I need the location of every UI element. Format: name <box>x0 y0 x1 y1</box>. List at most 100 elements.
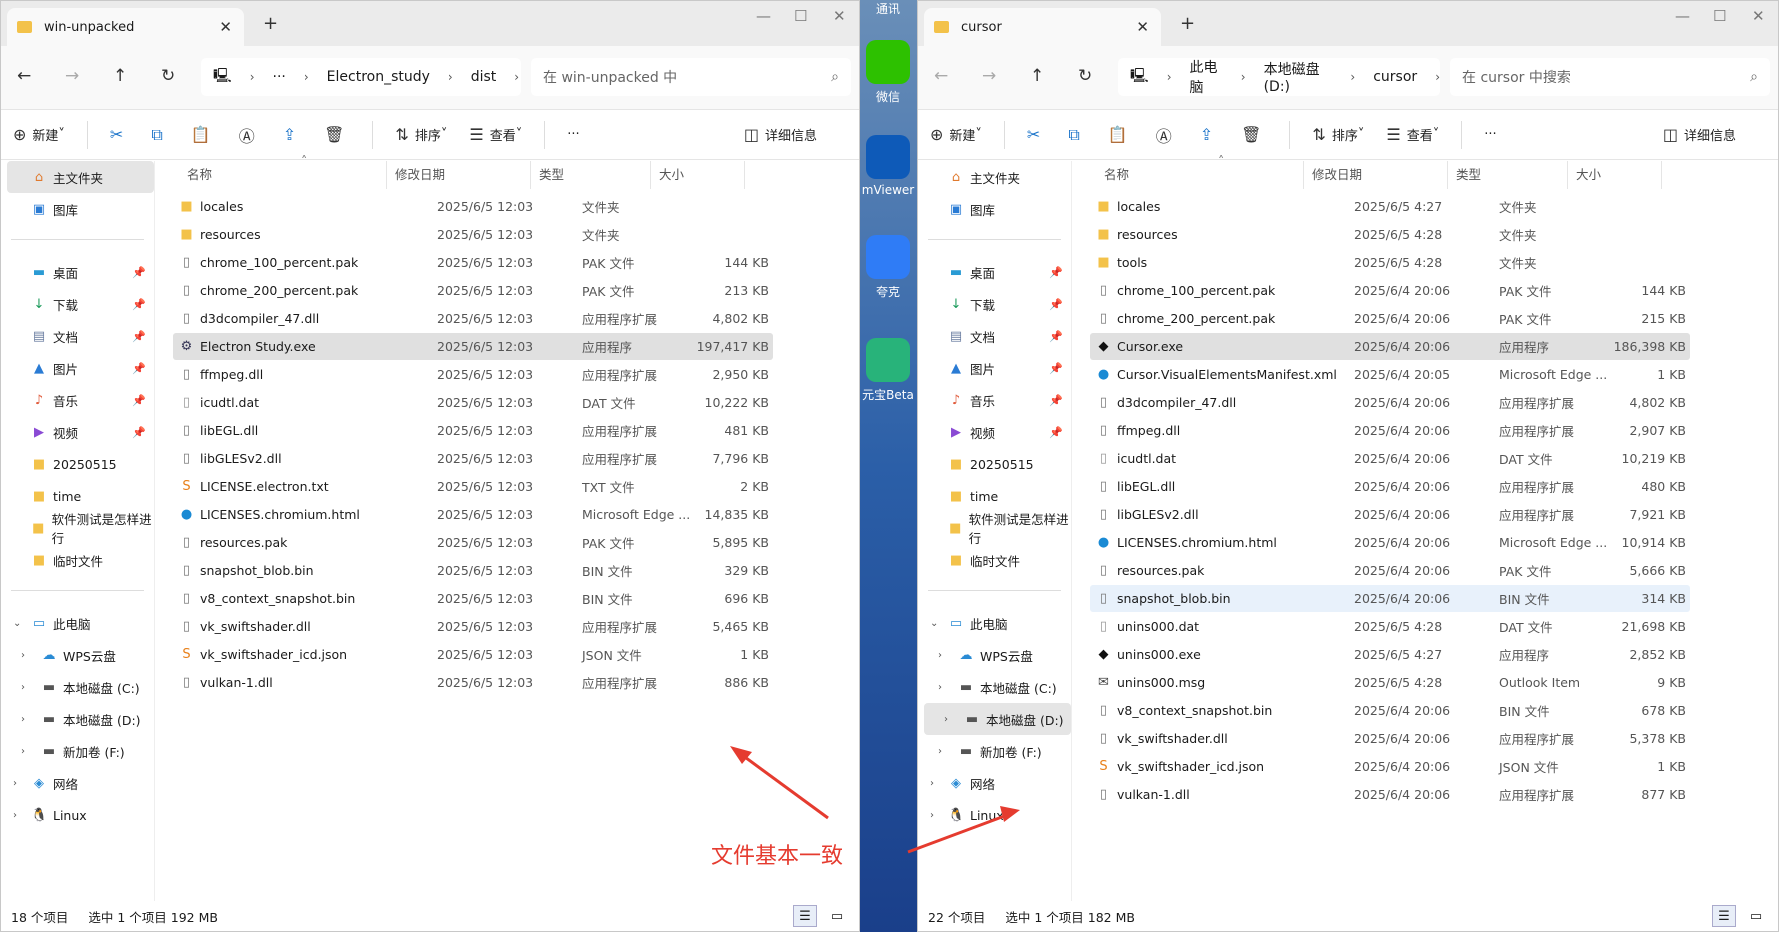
copy-button[interactable]: ⧉ <box>151 125 168 145</box>
file-row[interactable]: ▯ d3dcompiler_47.dll 2025/6/5 12:03 应用程序扩展 4… <box>173 305 773 332</box>
pin-icon[interactable]: 📌 <box>1049 298 1063 311</box>
close-window-button[interactable]: ✕ <box>1752 7 1765 25</box>
file-row[interactable]: ▯ vulkan-1.dll 2025/6/5 12:03 应用程序扩展 886 KB <box>173 669 773 696</box>
sidebar-item-drive[interactable]: › ▬ 新加卷 (F:) <box>918 735 1071 767</box>
file-row[interactable]: ◆ unins000.exe 2025/6/5 4:27 应用程序 2,852 KB <box>1090 641 1690 668</box>
file-row[interactable]: ■ resources 2025/6/5 4:28 文件夹 <box>1090 221 1690 248</box>
new-button[interactable]: ⊕ 新建 ˅ <box>13 125 65 144</box>
tiles-view-button[interactable]: ▭ <box>1744 905 1768 927</box>
chevron-down-icon[interactable]: ⌄ <box>930 618 938 629</box>
sidebar-item-linux[interactable]: › 🐧 Linux <box>918 799 1071 831</box>
chevron-right-icon[interactable]: › <box>21 650 25 661</box>
file-row[interactable]: ● Cursor.VisualElementsManifest.xml 2025/6… <box>1090 361 1690 388</box>
sidebar-item-desktop[interactable]: ▬ 桌面 📌 <box>1 256 154 288</box>
view-button[interactable]: ☰ 查看 ˅ <box>1386 125 1439 144</box>
file-row[interactable]: ▯ d3dcompiler_47.dll 2025/6/4 20:06 应用程序扩展 4… <box>1090 389 1690 416</box>
close-window-button[interactable]: ✕ <box>833 7 846 25</box>
new-tab-button[interactable]: + <box>1180 13 1195 34</box>
sidebar-item-network[interactable]: › ◈ 网络 <box>1 767 154 799</box>
file-row[interactable]: S LICENSE.electron.txt 2025/6/5 12:03 TXT 文… <box>173 473 773 500</box>
chevron-right-icon[interactable]: › <box>21 714 25 725</box>
file-row[interactable]: ▯ resources.pak 2025/6/4 20:06 PAK 文件 5,666 … <box>1090 557 1690 584</box>
file-row[interactable]: ◆ Cursor.exe 2025/6/4 20:06 应用程序 186,398 KB <box>1090 333 1690 360</box>
maximize-button[interactable]: ☐ <box>794 7 807 25</box>
view-button[interactable]: ☰ 查看 ˅ <box>469 125 522 144</box>
column-header-0[interactable]: 名称 <box>169 161 387 189</box>
sidebar-item-music[interactable]: ♪ 音乐 📌 <box>918 384 1071 416</box>
refresh-button[interactable]: ↻ <box>1078 66 1092 86</box>
chevron-right-icon[interactable]: › <box>448 70 453 84</box>
column-header-2[interactable]: 类型 <box>531 161 651 189</box>
details-button[interactable]: ◫ 详细信息 <box>744 125 817 144</box>
sidebar-item-videos[interactable]: ▶ 视频 📌 <box>918 416 1071 448</box>
column-header-3[interactable]: 大小 <box>1568 161 1662 189</box>
paste-button[interactable]: 📋 <box>1108 125 1134 144</box>
file-row[interactable]: ● LICENSES.chromium.html 2025/6/5 12:03 Mic… <box>173 501 773 528</box>
details-view-button[interactable]: ☰ <box>793 905 817 927</box>
file-row[interactable]: ▯ libGLESv2.dll 2025/6/5 12:03 应用程序扩展 7,796 … <box>173 445 773 472</box>
file-row[interactable]: ■ locales 2025/6/5 4:27 文件夹 <box>1090 193 1690 220</box>
breadcrumb-item[interactable]: cursor <box>1373 69 1417 85</box>
file-row[interactable]: ▯ vk_swiftshader.dll 2025/6/5 12:03 应用程序扩展 5… <box>173 613 773 640</box>
file-row[interactable]: ▯ chrome_100_percent.pak 2025/6/4 20:06 PAK… <box>1090 277 1690 304</box>
file-row[interactable]: ▯ icudtl.dat 2025/6/5 12:03 DAT 文件 10,222 KB <box>173 389 773 416</box>
sidebar-item-download[interactable]: ↓ 下载 📌 <box>1 288 154 320</box>
back-button[interactable]: ← <box>17 66 31 86</box>
file-row[interactable]: ▯ unins000.dat 2025/6/5 4:28 DAT 文件 21,698 K… <box>1090 613 1690 640</box>
chevron-right-icon[interactable]: › <box>1167 70 1172 84</box>
search-input[interactable]: 在 win-unpacked 中 ⌕ <box>531 58 851 96</box>
copy-button[interactable]: ⧉ <box>1068 125 1085 145</box>
file-row[interactable]: ▯ v8_context_snapshot.bin 2025/6/4 20:06 BI… <box>1090 697 1690 724</box>
file-row[interactable]: ■ tools 2025/6/5 4:28 文件夹 <box>1090 249 1690 276</box>
file-row[interactable]: ▯ chrome_100_percent.pak 2025/6/5 12:03 PAK… <box>173 249 773 276</box>
sidebar-item-pictures[interactable]: ▲ 图片 📌 <box>1 352 154 384</box>
breadcrumb-item[interactable]: ··· <box>273 69 286 85</box>
sidebar-item-drive[interactable]: › ▬ 本地磁盘 (D:) <box>1 703 154 735</box>
pin-icon[interactable]: 📌 <box>1049 266 1063 279</box>
tiles-view-button[interactable]: ▭ <box>825 905 849 927</box>
sidebar-item-documents[interactable]: ▤ 文档 📌 <box>1 320 154 352</box>
file-row[interactable]: ✉ unins000.msg 2025/6/5 4:28 Outlook Item 9 … <box>1090 669 1690 696</box>
cut-button[interactable]: ✂ <box>110 125 129 144</box>
sidebar-item-drive[interactable]: › ▬ 本地磁盘 (D:) <box>924 703 1071 735</box>
file-row[interactable]: ▯ v8_context_snapshot.bin 2025/6/5 12:03 BI… <box>173 585 773 612</box>
sidebar-item-this-pc[interactable]: ⌄ ▭ 此电脑 <box>1 607 154 639</box>
file-row[interactable]: ■ resources 2025/6/5 12:03 文件夹 <box>173 221 773 248</box>
share-button[interactable]: ⇪ <box>283 125 302 144</box>
sidebar-item-folder[interactable]: ■ 软件测试是怎样进行 <box>1 512 154 546</box>
sidebar-item-folder[interactable]: ■ 临时文件 <box>1 544 154 576</box>
sidebar-item-videos[interactable]: ▶ 视频 📌 <box>1 416 154 448</box>
file-row[interactable]: ▯ icudtl.dat 2025/6/4 20:06 DAT 文件 10,219 KB <box>1090 445 1690 472</box>
column-header-1[interactable]: 修改日期 <box>1304 161 1448 189</box>
chevron-right-icon[interactable]: › <box>1241 70 1246 84</box>
sidebar-item-folder[interactable]: ■ 20250515 <box>918 448 1071 480</box>
chevron-right-icon[interactable]: › <box>13 810 17 821</box>
column-header-3[interactable]: 大小 <box>651 161 745 189</box>
file-row[interactable]: ⚙ Electron Study.exe 2025/6/5 12:03 应用程序 197… <box>173 333 773 360</box>
paste-button[interactable]: 📋 <box>191 125 217 144</box>
file-row[interactable]: ▯ chrome_200_percent.pak 2025/6/5 12:03 PAK… <box>173 277 773 304</box>
tab-win-unpacked[interactable]: win-unpacked ✕ <box>7 8 244 46</box>
pin-icon[interactable]: 📌 <box>132 394 146 407</box>
rename-button[interactable]: Ⓐ <box>1156 123 1178 147</box>
forward-button[interactable]: → <box>982 66 996 86</box>
details-button[interactable]: ◫ 详细信息 <box>1663 125 1736 144</box>
sidebar-item-home[interactable]: ⌂ 主文件夹 <box>918 161 1071 193</box>
column-header-2[interactable]: 类型 <box>1448 161 1568 189</box>
chevron-right-icon[interactable]: › <box>938 682 942 693</box>
chevron-right-icon[interactable]: › <box>514 70 519 84</box>
sort-button[interactable]: ⇅ 排序 ˅ <box>395 125 447 144</box>
file-row[interactable]: Svk_swiftshader_icd.json 2025/6/4 20:06 JS… <box>1090 753 1690 780</box>
file-row[interactable]: ▯ vulkan-1.dll 2025/6/4 20:06 应用程序扩展 877 KB <box>1090 781 1690 808</box>
sidebar-item-gallery[interactable]: ▣ 图库 <box>918 193 1071 225</box>
chevron-right-icon[interactable]: › <box>930 778 934 789</box>
sidebar-item-drive[interactable]: › ▬ 本地磁盘 (C:) <box>1 671 154 703</box>
sidebar-item-documents[interactable]: ▤ 文档 📌 <box>918 320 1071 352</box>
chevron-right-icon[interactable]: › <box>250 70 255 84</box>
pin-icon[interactable]: 📌 <box>1049 426 1063 439</box>
file-row[interactable]: ▯ resources.pak 2025/6/5 12:03 PAK 文件 5,895 … <box>173 529 773 556</box>
new-tab-button[interactable]: + <box>263 13 278 34</box>
sidebar-item-download[interactable]: ↓ 下载 📌 <box>918 288 1071 320</box>
pin-icon[interactable]: 📌 <box>1049 330 1063 343</box>
chevron-right-icon[interactable]: › <box>930 810 934 821</box>
